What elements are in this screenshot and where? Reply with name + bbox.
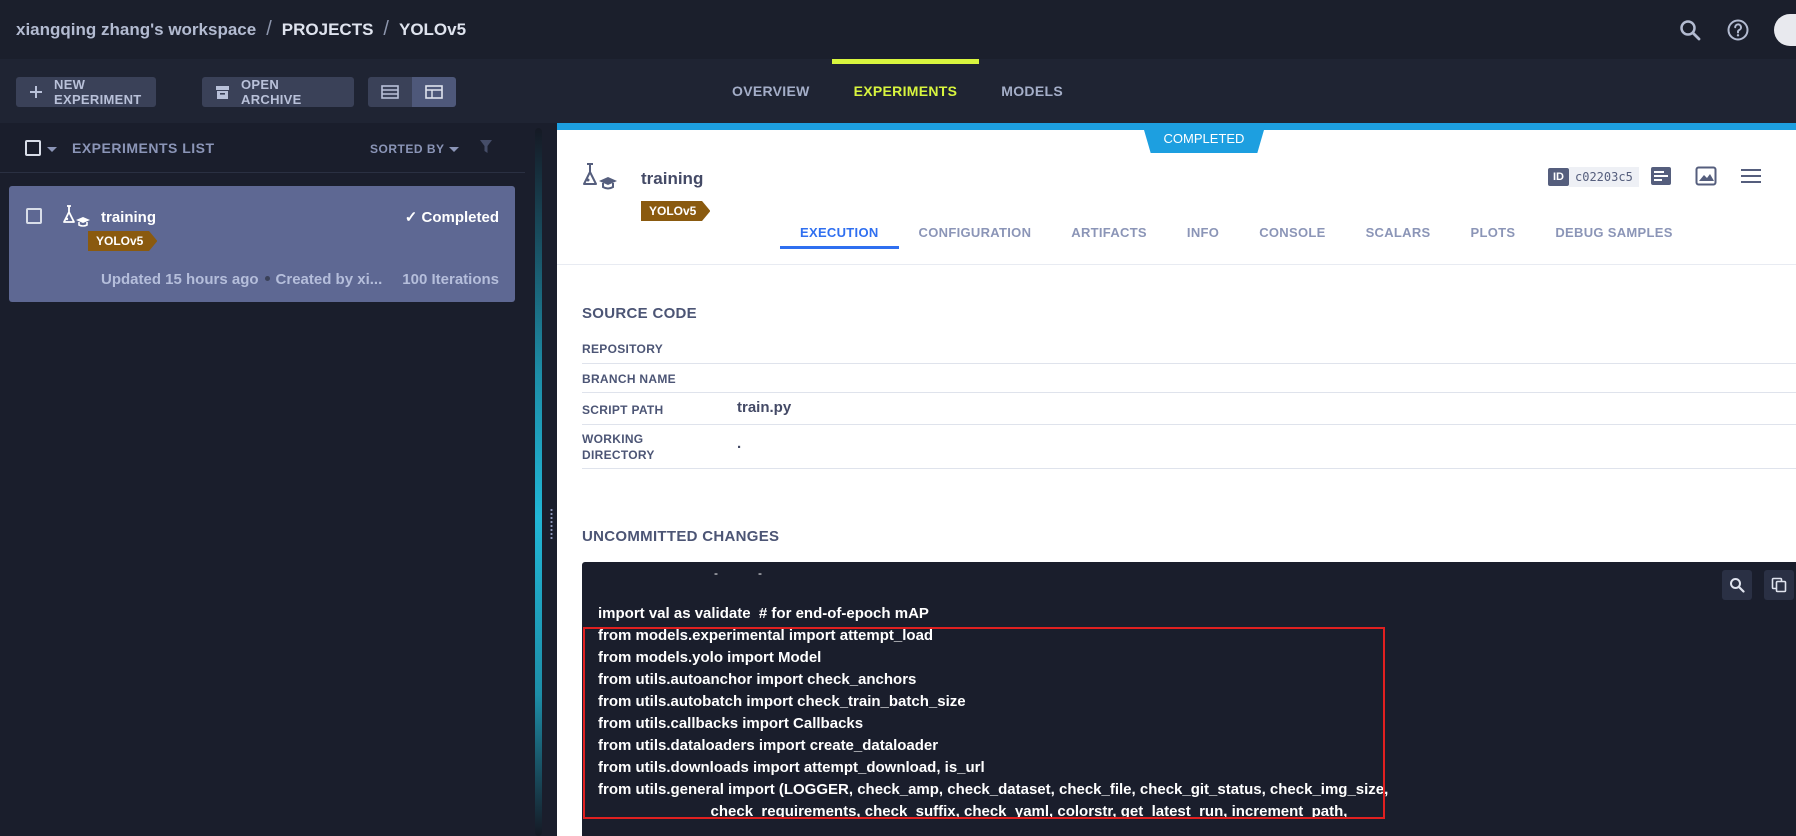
toolbar: NEW EXPERIMENT OPEN ARCHIVE OVERVIEW EXP… (0, 59, 1796, 123)
experiment-checkbox[interactable] (26, 208, 42, 224)
list-scrollbar[interactable] (535, 128, 542, 836)
experiment-tag[interactable]: YOLOv5 (88, 231, 158, 251)
tab-execution[interactable]: EXECUTION (780, 215, 899, 249)
experiment-name: training (101, 209, 156, 226)
experiments-list-title: EXPERIMENTS LIST (72, 140, 215, 156)
tab-info[interactable]: INFO (1167, 215, 1239, 249)
experiment-created-by: Created by xi... (275, 271, 383, 288)
archive-icon (216, 85, 229, 99)
breadcrumb-workspace[interactable]: xiangqing zhang's workspace (16, 20, 256, 40)
tab-models[interactable]: MODELS (979, 59, 1085, 123)
meta-separator-dot (264, 276, 270, 281)
table-view-button[interactable] (368, 77, 412, 107)
code-line: check_requirements, check_suffix, check_… (598, 803, 1348, 820)
menu-icon[interactable] (1740, 166, 1762, 191)
details-view-button[interactable] (412, 77, 456, 107)
plus-icon (30, 86, 42, 98)
experiment-updated: Updated 15 hours ago (101, 271, 259, 288)
code-search-button[interactable] (1722, 570, 1752, 600)
code-line: from utils.autoanchor import check_ancho… (598, 671, 917, 688)
open-archive-label: OPEN ARCHIVE (241, 77, 302, 107)
tab-configuration[interactable]: CONFIGURATION (899, 215, 1052, 249)
training-experiment-icon (61, 205, 91, 234)
experiment-meta: Updated 15 hours ago Created by xi... (101, 271, 382, 288)
panel-splitter[interactable] (546, 123, 556, 836)
script-path-label: SCRIPT PATH (582, 403, 664, 417)
select-menu-chevron-icon[interactable] (47, 147, 57, 152)
experiment-id[interactable]: ID c02203c5 (1548, 167, 1639, 187)
table-view-icon (381, 85, 399, 99)
id-value: c02203c5 (1569, 167, 1639, 187)
code-line: from models.experimental import attempt_… (598, 627, 934, 644)
uncommitted-changes-code[interactable]: - - import val as validate # for end-of-… (582, 562, 1796, 836)
new-experiment-label: NEW EXPERIMENT (54, 77, 142, 107)
sort-chevron-down-icon[interactable] (449, 147, 459, 152)
filter-icon[interactable] (480, 140, 492, 159)
code-line: import val as validate # for end-of-epoc… (598, 605, 929, 622)
tab-experiments[interactable]: EXPERIMENTS (831, 59, 980, 123)
tab-console[interactable]: CONSOLE (1239, 215, 1345, 249)
uncommitted-changes-title: UNCOMMITTED CHANGES (582, 528, 780, 545)
script-path-row: SCRIPT PATH train.py (582, 393, 1796, 425)
new-experiment-button[interactable]: NEW EXPERIMENT (16, 77, 156, 107)
code-line: from models.yolo import Model (598, 649, 822, 666)
working-directory-row: WORKING DIRECTORY . (582, 425, 1796, 469)
code-line: from utils.general import (LOGGER, check… (598, 781, 1389, 798)
help-icon[interactable] (1726, 18, 1750, 42)
project-tabs: OVERVIEW EXPERIMENTS MODELS (710, 59, 1085, 123)
repository-row: REPOSITORY (582, 335, 1796, 364)
id-label: ID (1548, 168, 1569, 186)
code-line: from utils.downloads import attempt_down… (598, 759, 985, 776)
branch-row: BRANCH NAME (582, 364, 1796, 393)
tab-plots[interactable]: PLOTS (1451, 215, 1536, 249)
copy-button[interactable] (1764, 570, 1794, 600)
search-icon (1730, 578, 1745, 593)
select-all-checkbox[interactable] (25, 140, 41, 156)
sort-menu[interactable]: SORTED BY (370, 142, 445, 156)
working-directory-label: WORKING DIRECTORY (582, 432, 655, 462)
tab-artifacts[interactable]: ARTIFACTS (1051, 215, 1167, 249)
code-line: from utils.autobatch import check_train_… (598, 693, 966, 710)
experiment-title: training (641, 169, 704, 188)
tab-debug-samples[interactable]: DEBUG SAMPLES (1535, 215, 1692, 249)
experiment-tag[interactable]: YOLOv5 (641, 201, 711, 221)
breadcrumb-separator: / (266, 18, 272, 40)
working-directory-value: . (737, 435, 742, 452)
resize-grip-icon[interactable] (550, 508, 553, 540)
branch-label: BRANCH NAME (582, 372, 676, 386)
experiment-details-panel: COMPLETED training YOLOv5 ID c02203c5 EX… (557, 123, 1796, 836)
training-experiment-icon (581, 163, 619, 198)
experiment-status-label: Completed (421, 209, 499, 226)
code-line: from utils.dataloaders import create_dat… (598, 737, 939, 754)
experiments-list-header: EXPERIMENTS LIST SORTED BY (0, 123, 525, 173)
check-icon: ✓ (404, 209, 422, 226)
copy-icon (1771, 577, 1787, 593)
view-mode-toggle (368, 77, 456, 107)
details-view-icon (425, 85, 443, 99)
experiment-tabs: EXECUTION CONFIGURATION ARTIFACTS INFO C… (780, 215, 1693, 249)
experiment-card[interactable]: training ✓ Completed YOLOv5 Updated 15 h… (9, 186, 515, 302)
search-icon[interactable] (1678, 18, 1702, 42)
source-code-title: SOURCE CODE (582, 305, 697, 322)
image-icon[interactable] (1695, 166, 1717, 191)
status-ribbon: COMPLETED (1142, 123, 1266, 153)
breadcrumb-projects[interactable]: PROJECTS (282, 20, 374, 40)
breadcrumb-project[interactable]: YOLOv5 (399, 20, 466, 40)
experiment-status: ✓ Completed (405, 208, 499, 226)
tab-scalars[interactable]: SCALARS (1346, 215, 1451, 249)
code-line: from utils.callbacks import Callbacks (598, 715, 864, 732)
open-archive-button[interactable]: OPEN ARCHIVE (202, 77, 354, 107)
info-panel-icon[interactable] (1650, 166, 1672, 191)
breadcrumb-separator: / (383, 18, 389, 40)
experiments-list-panel: EXPERIMENTS LIST SORTED BY training ✓ Co… (0, 123, 540, 836)
tabs-divider (557, 264, 1796, 265)
repository-label: REPOSITORY (582, 342, 664, 356)
experiment-iterations: 100 Iterations (402, 271, 499, 288)
tab-overview[interactable]: OVERVIEW (710, 59, 832, 123)
top-bar: xiangqing zhang's workspace / PROJECTS /… (0, 0, 1796, 59)
script-path-value: train.py (737, 399, 792, 416)
code-truncated-text: - - (714, 566, 762, 580)
avatar[interactable] (1774, 13, 1796, 46)
